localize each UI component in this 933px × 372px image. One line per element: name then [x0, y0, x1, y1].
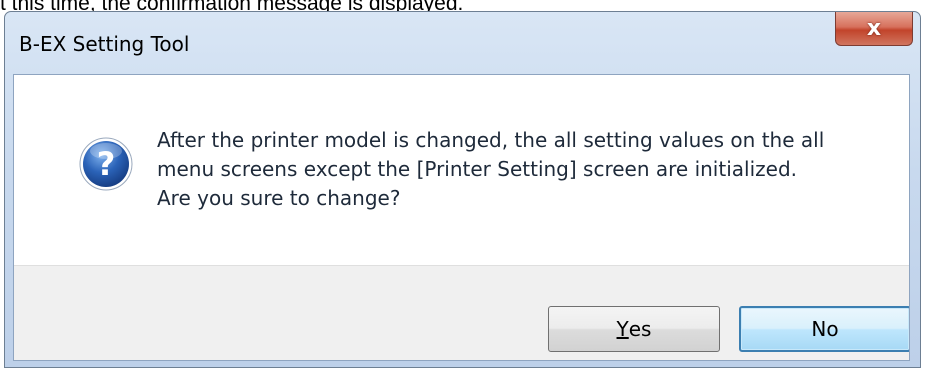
close-icon: x — [866, 15, 882, 41]
message-line: menu screens except the [Printer Setting… — [157, 157, 797, 181]
no-button[interactable]: No — [739, 306, 909, 352]
message-line: Are you sure to change? — [157, 186, 401, 210]
dialog-title: B-EX Setting Tool — [19, 32, 190, 56]
button-bar: Yes No — [14, 265, 909, 360]
no-label: No — [811, 317, 839, 341]
yes-label-rest: es — [628, 317, 652, 341]
confirmation-dialog: B-EX Setting Tool x ? After the printer … — [4, 11, 921, 368]
message-line: After the printer model is changed, the … — [157, 128, 825, 152]
dialog-client-area: ? After the printer model is changed, th… — [13, 74, 910, 361]
confirmation-message: After the printer model is changed, the … — [157, 126, 887, 213]
yes-button[interactable]: Yes — [548, 306, 720, 352]
message-area: ? After the printer model is changed, th… — [14, 75, 909, 265]
title-bar[interactable]: B-EX Setting Tool x — [5, 12, 920, 74]
svg-text:?: ? — [97, 145, 116, 183]
close-button[interactable]: x — [835, 12, 913, 46]
yes-access-key: Y — [616, 317, 629, 341]
question-icon: ? — [79, 137, 133, 191]
